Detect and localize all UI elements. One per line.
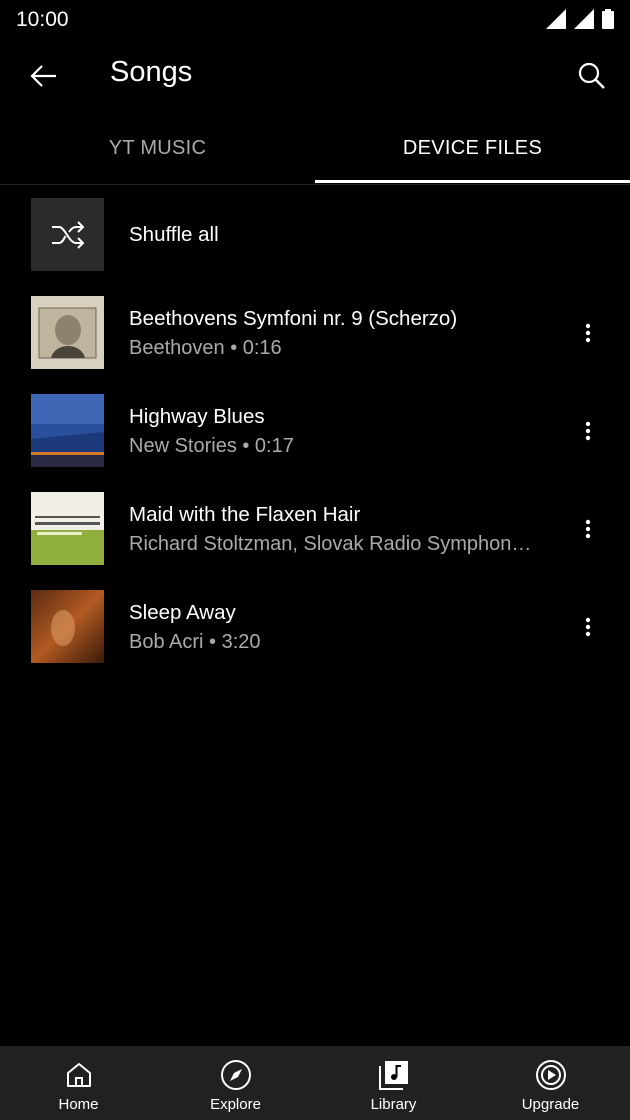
song-row[interactable]: Sleep Away Bob Acri • 3:20: [0, 578, 630, 676]
song-subtitle: Beethoven • 0:16: [129, 337, 282, 359]
nav-library-label: Library: [370, 1096, 417, 1113]
song-subtitle: Richard Stoltzman, Slovak Radio Symphon…: [129, 533, 532, 555]
more-options-button[interactable]: [576, 416, 600, 446]
album-art: [31, 394, 104, 467]
shuffle-all-label: Shuffle all: [129, 223, 219, 246]
album-art: [31, 492, 104, 565]
page-title: Songs: [110, 56, 193, 88]
nav-explore[interactable]: Explore: [157, 1046, 314, 1120]
more-vert-icon: [585, 519, 591, 539]
album-art-stoltzman: [31, 492, 104, 565]
arrow-back-icon: [30, 65, 56, 87]
home-icon: [62, 1058, 96, 1092]
more-options-button[interactable]: [576, 514, 600, 544]
more-vert-icon: [585, 617, 591, 637]
nav-upgrade-label: Upgrade: [521, 1096, 580, 1113]
nav-home-label: Home: [58, 1096, 99, 1113]
more-vert-icon: [585, 323, 591, 343]
shuffle-all-row[interactable]: Shuffle all: [0, 186, 630, 284]
nav-home[interactable]: Home: [0, 1046, 157, 1120]
song-title: Highway Blues: [129, 405, 265, 428]
album-art: [31, 296, 104, 369]
more-options-button[interactable]: [576, 318, 600, 348]
play-circle-icon: [534, 1058, 568, 1092]
nav-explore-label: Explore: [210, 1096, 261, 1113]
tab-bar: YT MUSIC DEVICE FILES: [0, 112, 630, 185]
album-art: [31, 590, 104, 663]
nav-upgrade[interactable]: Upgrade: [472, 1046, 629, 1120]
bottom-navigation: Home Explore Library Upgrade: [0, 1046, 630, 1120]
song-title: Sleep Away: [129, 601, 236, 624]
song-row[interactable]: Beethovens Symfoni nr. 9 (Scherzo) Beeth…: [0, 284, 630, 382]
signal-icon: [546, 9, 566, 29]
app-bar: Songs: [0, 38, 630, 112]
library-icon: [377, 1058, 411, 1092]
song-list: Shuffle all Beethovens Symfoni nr. 9 (Sc…: [0, 186, 630, 676]
status-time: 10:00: [16, 8, 69, 31]
song-row[interactable]: Maid with the Flaxen Hair Richard Stoltz…: [0, 480, 630, 578]
compass-icon: [219, 1058, 253, 1092]
nav-library[interactable]: Library: [315, 1046, 472, 1120]
more-vert-icon: [585, 421, 591, 441]
signal-icon: [574, 9, 594, 29]
status-icons: [546, 9, 614, 29]
song-title: Beethovens Symfoni nr. 9 (Scherzo): [129, 307, 458, 330]
status-bar: 10:00: [0, 0, 630, 38]
song-row[interactable]: Highway Blues New Stories • 0:17: [0, 382, 630, 480]
shuffle-icon: [51, 220, 84, 249]
song-subtitle: Bob Acri • 3:20: [129, 631, 261, 653]
battery-icon: [602, 9, 614, 29]
tab-yt-music[interactable]: YT MUSIC: [0, 112, 315, 184]
song-title: Maid with the Flaxen Hair: [129, 503, 361, 526]
album-art-sleep-away: [31, 590, 104, 663]
tab-device-files[interactable]: DEVICE FILES: [315, 112, 630, 184]
shuffle-thumbnail: [31, 198, 104, 271]
tab-indicator: [315, 180, 630, 183]
back-button[interactable]: [22, 54, 66, 98]
search-button[interactable]: [570, 54, 614, 98]
album-art-highway-blues: [31, 394, 104, 467]
search-icon: [578, 62, 605, 89]
song-subtitle: New Stories • 0:17: [129, 435, 294, 457]
more-options-button[interactable]: [576, 612, 600, 642]
album-art-beethoven: [31, 296, 104, 369]
